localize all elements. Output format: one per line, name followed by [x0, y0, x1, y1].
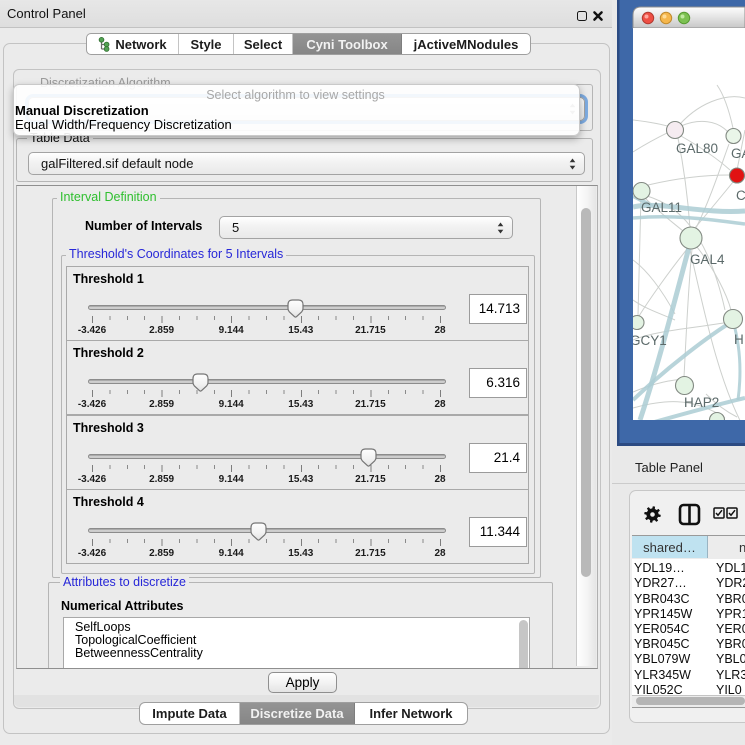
svg-text:GAL11: GAL11 — [641, 200, 682, 215]
svg-text:GAL80: GAL80 — [676, 141, 718, 156]
svg-text:C: C — [736, 188, 745, 203]
svg-text:H: H — [734, 332, 744, 347]
svg-text:GAL4: GAL4 — [690, 252, 725, 267]
svg-text:GA: GA — [731, 146, 745, 161]
svg-text:GCY1: GCY1 — [630, 333, 667, 348]
svg-text:HAP2: HAP2 — [684, 395, 719, 410]
